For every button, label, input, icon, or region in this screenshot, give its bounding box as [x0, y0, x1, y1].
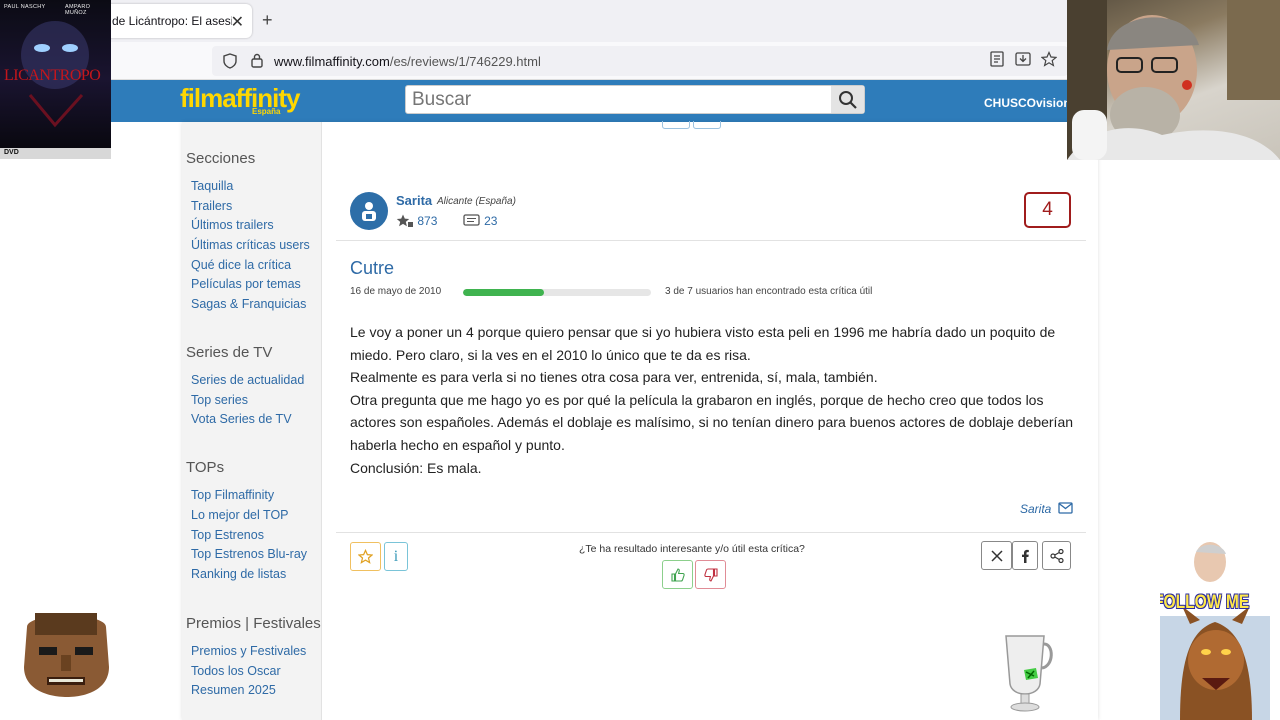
review-paragraph: Otra pregunta que me hago yo es por qué …	[350, 391, 1074, 453]
url-domain: www.filmaffinity.com	[274, 54, 390, 69]
usefulness-text: 3 de 7 usuarios han encontrado esta crít…	[665, 286, 873, 297]
info-icon: i	[393, 547, 399, 565]
sidebar-link-top-estrenos-bluray[interactable]: Top Estrenos Blu-ray	[191, 547, 307, 561]
follow-me-overlay: FOLLOW ME	[1160, 540, 1270, 720]
tab-title: de Licántropo: El asesino de la luna lle…	[112, 14, 232, 28]
favorite-button[interactable]	[350, 542, 381, 571]
movie-poster-overlay: PAUL NASCHY AMPARO MUÑOZ LICANTROPO DVD	[0, 0, 111, 159]
info-button[interactable]: i	[384, 542, 408, 571]
sidebar-link-premios-festivales[interactable]: Premios y Festivales	[191, 644, 306, 658]
ratings-count-icon	[396, 214, 413, 227]
search-icon	[838, 90, 857, 109]
thumbs-down-icon	[703, 567, 718, 582]
sidebar-link-series-actualidad[interactable]: Series de actualidad	[191, 373, 304, 387]
useful-no-button[interactable]	[695, 560, 726, 589]
sidebar-link-ultimas-criticas[interactable]: Últimas críticas users	[191, 238, 310, 252]
sidebar-link-peliculas-por-temas[interactable]: Películas por temas	[191, 277, 301, 291]
sidebar-link-taquilla[interactable]: Taquilla	[191, 179, 233, 193]
sidebar-link-ranking-listas[interactable]: Ranking de listas	[191, 567, 286, 581]
url-bar[interactable]: www.filmaffinity.com/es/reviews/1/746229…	[212, 46, 1068, 76]
trophy-cup-illustration	[1005, 635, 1053, 712]
x-logo-icon	[990, 549, 1003, 562]
follow-me-text: FOLLOW ME	[1160, 592, 1250, 613]
envelope-icon	[1058, 502, 1073, 514]
thumbs-up-icon	[670, 567, 685, 582]
poster-title: LICANTROPO	[4, 67, 101, 84]
share-x-button[interactable]	[981, 541, 1012, 570]
reviewer-signature[interactable]: Sarita	[1020, 502, 1073, 516]
reviews-count-icon	[463, 214, 480, 226]
avatar[interactable]	[350, 192, 388, 230]
review-date: 16 de mayo de 2010	[350, 286, 442, 297]
review-card: Sarita Alicante (España) 873 23 4 Cutre …	[336, 121, 1086, 720]
review-body: Le voy a poner un 4 porque quiero pensar…	[350, 321, 1078, 479]
share-button[interactable]	[1042, 541, 1071, 570]
reviewer-location: Alicante (España)	[437, 196, 516, 207]
bookmark-star-icon[interactable]	[1041, 51, 1057, 67]
review-paragraph: Conclusión: Es mala.	[350, 459, 482, 476]
user-menu[interactable]: CHUSCOvision	[984, 96, 1071, 110]
tracking-shield-icon[interactable]	[222, 53, 238, 69]
doom-guy-face-illustration	[24, 613, 109, 697]
share-icon	[1049, 548, 1064, 563]
usefulness-progress-fill	[463, 289, 544, 296]
sidebar-section-title: Series de TV	[186, 344, 273, 361]
sidebar-link-top-estrenos[interactable]: Top Estrenos	[191, 528, 264, 542]
sidebar-link-vota-series[interactable]: Vota Series de TV	[191, 412, 292, 426]
sidebar-section-title: Secciones	[186, 150, 256, 167]
search-input[interactable]	[406, 86, 826, 113]
reviews-count[interactable]: 23	[484, 214, 497, 228]
facebook-icon	[1022, 549, 1029, 563]
tab-close-icon[interactable]: ✕	[231, 12, 244, 32]
user-avatar-icon	[362, 202, 376, 221]
site-logo-country: España	[252, 107, 281, 116]
review-rating: 4	[1024, 192, 1071, 228]
sidebar-link-lo-mejor-del-top[interactable]: Lo mejor del TOP	[191, 508, 289, 522]
reviewer-name[interactable]: Sarita	[396, 193, 432, 208]
save-to-pocket-icon[interactable]	[1015, 51, 1031, 67]
sidebar-link-que-dice-la-critica[interactable]: Qué dice la crítica	[191, 258, 291, 272]
review-paragraph: Le voy a poner un 4 porque quiero pensar…	[350, 324, 1056, 363]
search-button[interactable]	[831, 86, 864, 113]
sidebar-link-top-series[interactable]: Top series	[191, 393, 248, 407]
sidebar: Secciones Taquilla Trailers Últimos trai…	[182, 122, 322, 720]
sidebar-section-title: TOPs	[186, 459, 225, 476]
sidebar-link-sagas[interactable]: Sagas & Franquicias	[191, 297, 306, 311]
browser-tab[interactable]: de Licántropo: El asesino de la luna lle…	[104, 4, 252, 38]
streamer-webcam-illustration	[1067, 0, 1280, 160]
sidebar-link-ultimos-trailers[interactable]: Últimos trailers	[191, 218, 274, 232]
follow-me-illustration	[1160, 542, 1270, 720]
page-content: Secciones Taquilla Trailers Últimos trai…	[182, 121, 1098, 720]
poster-dvd-label: DVD	[4, 149, 19, 156]
sidebar-link-trailers[interactable]: Trailers	[191, 199, 232, 213]
site-logo[interactable]: filmaffinity	[180, 83, 300, 114]
lock-icon[interactable]	[250, 52, 264, 68]
sidebar-link-top-filmaffinity[interactable]: Top Filmaffinity	[191, 488, 274, 502]
previous-card-buttons	[662, 116, 724, 134]
review-title: Cutre	[350, 258, 395, 278]
ratings-count[interactable]: 873	[417, 214, 437, 228]
reader-view-icon[interactable]	[990, 51, 1004, 67]
sidebar-link-todos-los-oscar[interactable]: Todos los Oscar	[191, 664, 281, 678]
signature-name: Sarita	[1020, 502, 1052, 516]
url-text[interactable]: www.filmaffinity.com/es/reviews/1/746229…	[274, 54, 541, 69]
share-facebook-button[interactable]	[1012, 541, 1038, 570]
usefulness-progress-bar	[463, 289, 651, 296]
divider	[336, 532, 1086, 533]
award-cup-icon	[1000, 632, 1056, 712]
doom-face-sticker	[17, 607, 116, 697]
review-paragraph: Realmente es para verla si no tienes otr…	[350, 369, 878, 386]
screen: de Licántropo: El asesino de la luna lle…	[0, 0, 1280, 720]
search-box	[405, 85, 865, 114]
reviewer-stats: 873 23	[396, 214, 497, 228]
webcam-overlay	[1067, 0, 1280, 160]
new-tab-button[interactable]: +	[262, 10, 273, 31]
star-icon	[358, 549, 373, 564]
usefulness-question: ¿Te ha resultado interesante y/o útil es…	[579, 543, 805, 555]
useful-yes-button[interactable]	[662, 560, 693, 589]
sidebar-section-title: Premios | Festivales	[186, 615, 321, 632]
divider	[336, 240, 1086, 241]
url-path: /es/reviews/1/746229.html	[389, 54, 541, 69]
sidebar-link-resumen-2025[interactable]: Resumen 2025	[191, 683, 276, 697]
